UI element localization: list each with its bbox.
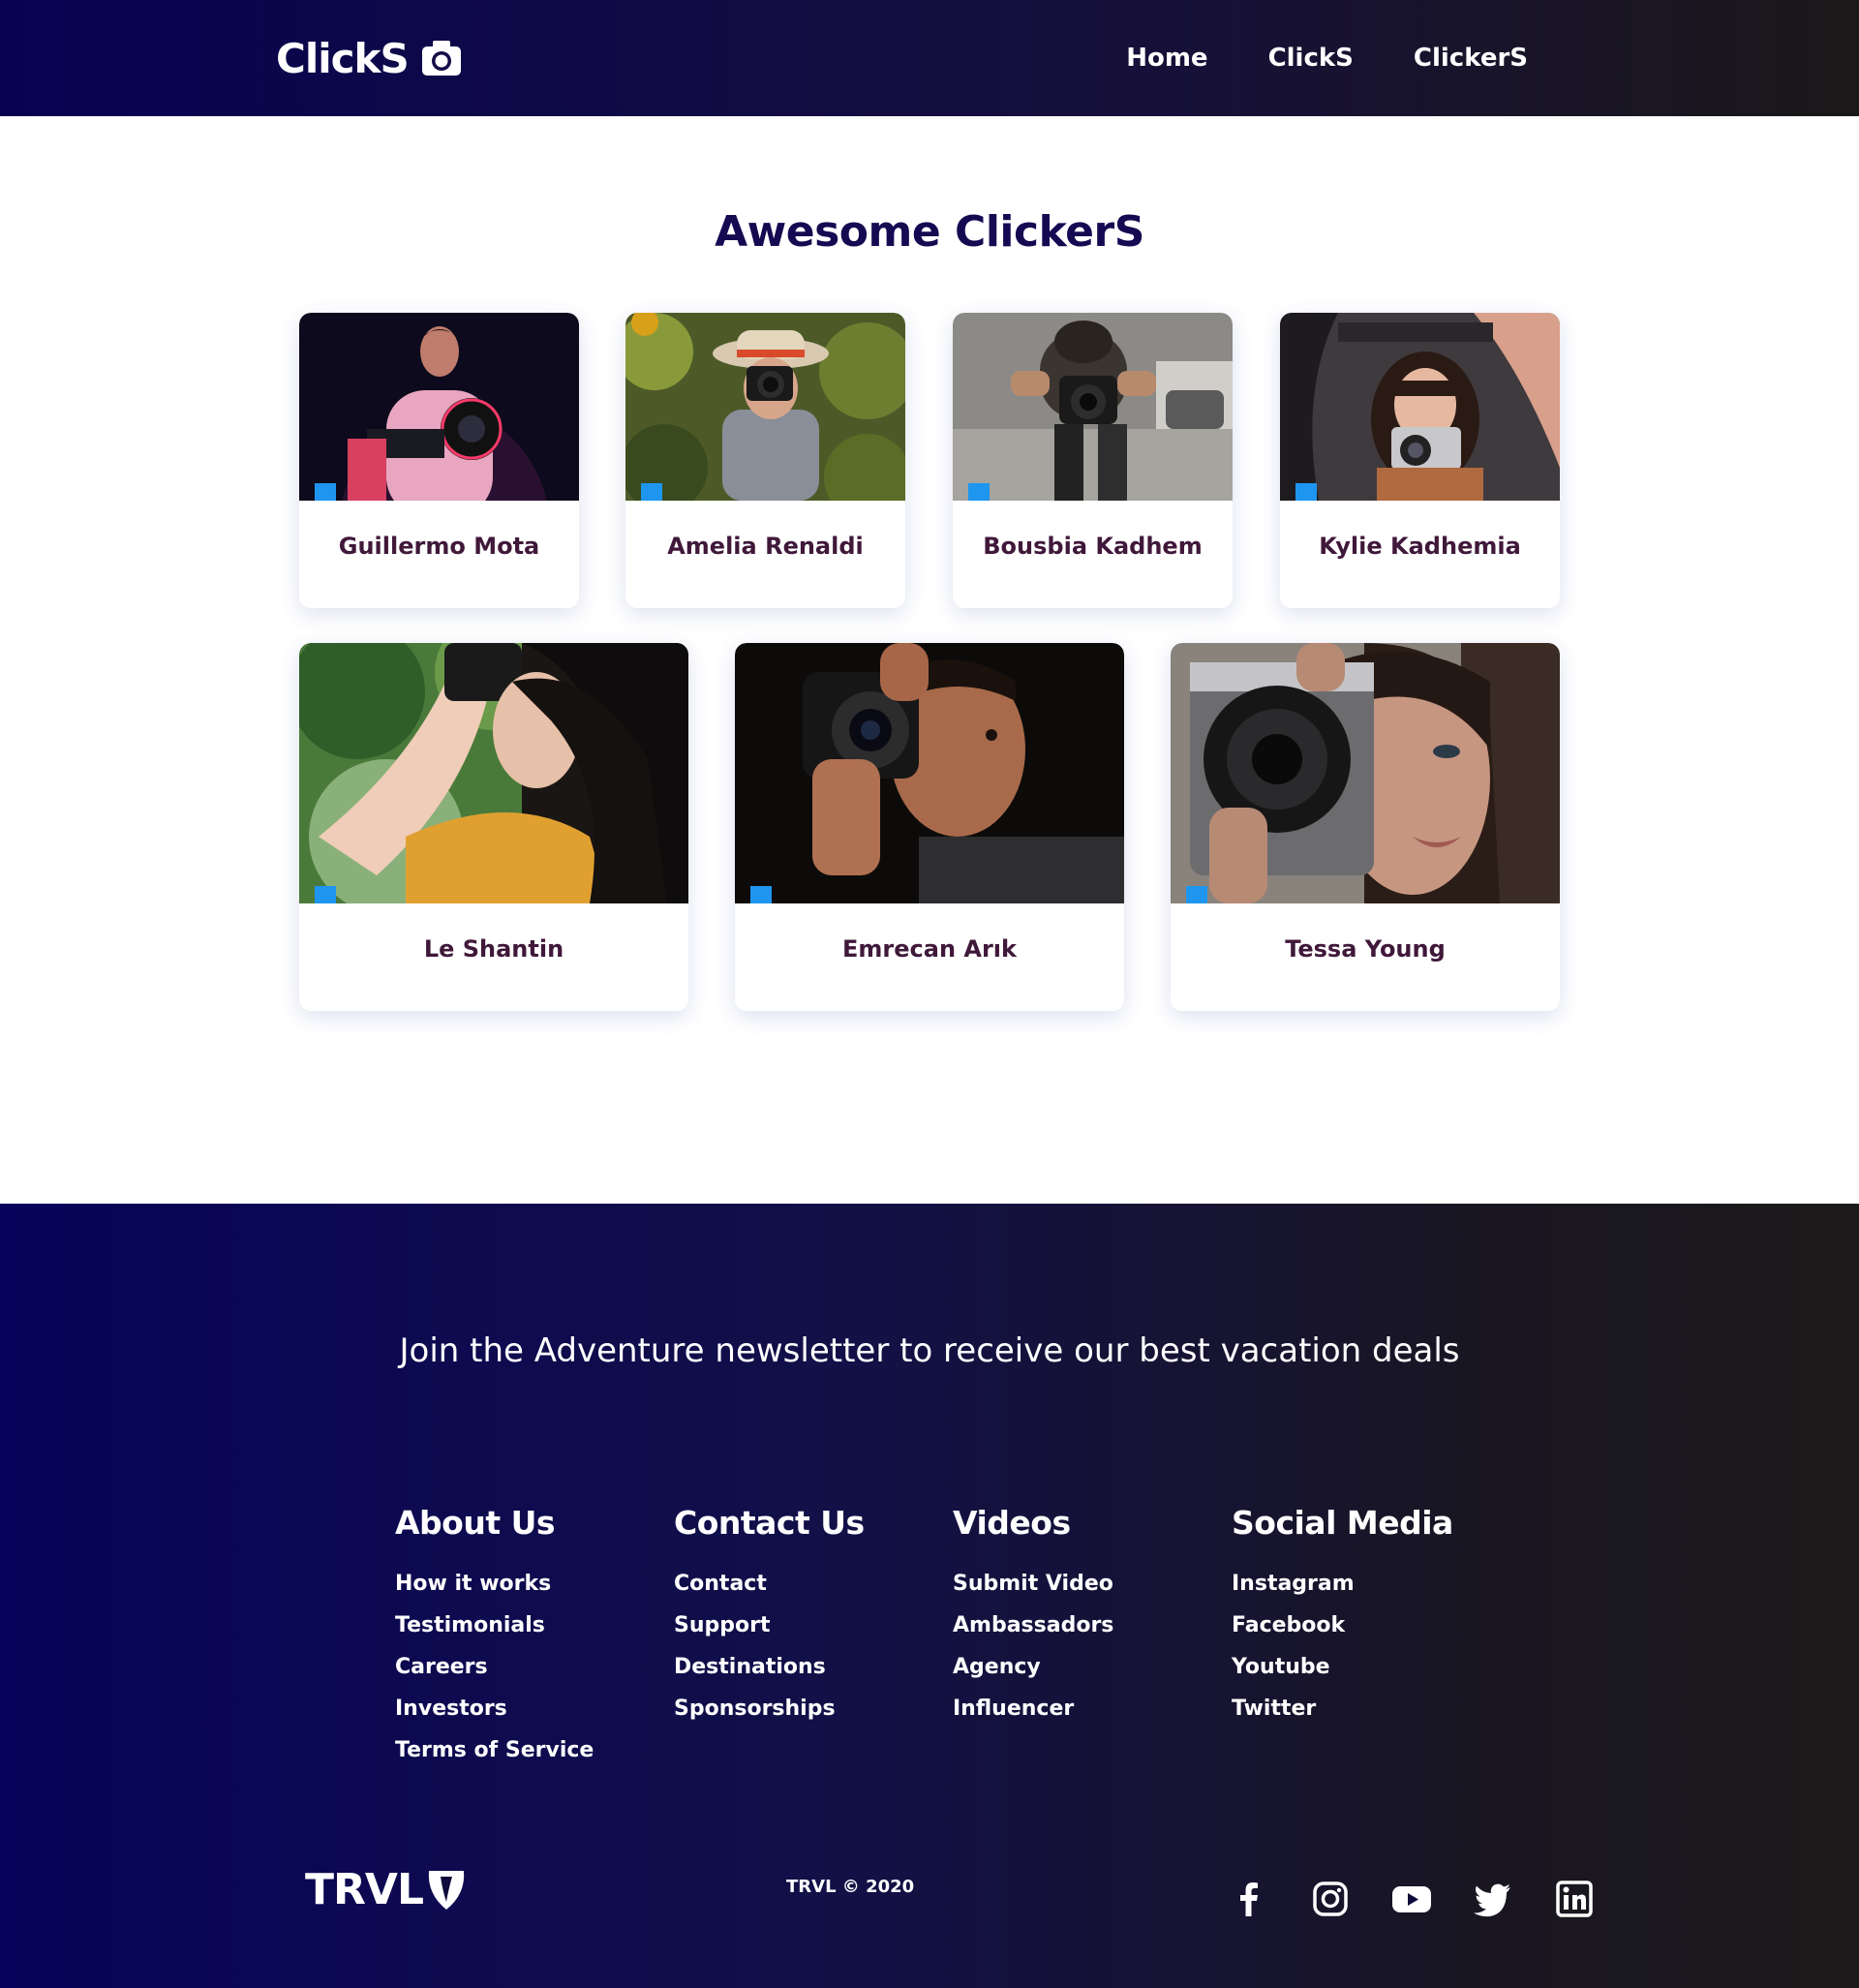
photographer-photo — [735, 643, 1124, 903]
photographer-photo — [953, 313, 1233, 501]
navbar: ClickS Home ClickS ClickerS — [0, 0, 1859, 116]
photographer-photo — [299, 643, 688, 903]
logo-text: ClickS — [276, 34, 410, 82]
card-tag — [315, 886, 336, 903]
section-title: Awesome ClickerS — [715, 207, 1144, 257]
footer-column-title: Videos — [953, 1504, 1071, 1542]
footer-link[interactable]: Instagram — [1232, 1563, 1453, 1605]
footer-column-contact: Contact Us Contact Support Destinations … — [674, 1504, 865, 1729]
footer-link[interactable]: Investors — [395, 1688, 594, 1729]
footer-brand-logo[interactable]: TRVL — [305, 1865, 468, 1914]
photographer-name: Emrecan Arık — [842, 935, 1017, 963]
footer-column-title: About Us — [395, 1504, 556, 1542]
card-tag — [968, 483, 990, 501]
photographer-name: Kylie Kadhemia — [1319, 533, 1521, 560]
facebook-icon[interactable] — [1228, 1878, 1270, 1920]
photographer-card[interactable]: Le Shantin — [299, 643, 688, 1011]
footer-column-social: Social Media Instagram Facebook Youtube … — [1232, 1504, 1453, 1729]
footer-link[interactable]: How it works — [395, 1563, 594, 1605]
photographer-card[interactable]: Emrecan Arık — [735, 643, 1124, 1011]
footer-column-title: Contact Us — [674, 1504, 865, 1542]
photographer-photo — [299, 313, 579, 501]
card-tag — [315, 483, 336, 501]
footer: Join the Adventure newsletter to receive… — [0, 1204, 1859, 1988]
footer-link[interactable]: Contact — [674, 1563, 865, 1605]
footer-link[interactable]: Careers — [395, 1646, 594, 1688]
photographer-card[interactable]: Amelia Renaldi — [625, 313, 905, 608]
copyright: TRVL © 2020 — [786, 1877, 915, 1897]
twitter-icon[interactable] — [1472, 1878, 1514, 1920]
footer-link[interactable]: Ambassadors — [953, 1605, 1113, 1646]
photographer-name: Guillermo Mota — [338, 533, 540, 560]
photographer-photo — [625, 313, 905, 501]
photographer-card[interactable]: Kylie Kadhemia — [1280, 313, 1560, 608]
footer-link[interactable]: Sponsorships — [674, 1688, 865, 1729]
newsletter-text: Join the Adventure newsletter to receive… — [399, 1331, 1460, 1370]
footer-column-videos: Videos Submit Video Ambassadors Agency I… — [953, 1504, 1113, 1729]
footer-link[interactable]: Terms of Service — [395, 1729, 594, 1771]
photographer-card[interactable]: Bousbia Kadhem — [953, 313, 1233, 608]
card-tag — [750, 886, 772, 903]
footer-link[interactable]: Destinations — [674, 1646, 865, 1688]
footer-column-about: About Us How it works Testimonials Caree… — [395, 1504, 594, 1771]
photographer-card[interactable]: Guillermo Mota — [299, 313, 579, 608]
footer-link[interactable]: Testimonials — [395, 1605, 594, 1646]
nav-home[interactable]: Home — [1126, 39, 1207, 77]
footer-link[interactable]: Influencer — [953, 1688, 1113, 1729]
photographer-name: Tessa Young — [1285, 935, 1446, 963]
logo-link[interactable]: ClickS — [276, 31, 463, 85]
photographer-name: Le Shantin — [423, 935, 564, 963]
footer-link[interactable]: Submit Video — [953, 1563, 1113, 1605]
photographer-photo — [1280, 313, 1560, 501]
social-icons — [1228, 1878, 1596, 1920]
card-tag — [1295, 483, 1317, 501]
brand-text: TRVL — [305, 1865, 424, 1914]
youtube-icon[interactable] — [1390, 1878, 1433, 1920]
instagram-icon[interactable] — [1309, 1878, 1352, 1920]
main-nav: Home ClickS ClickerS — [1126, 39, 1528, 77]
photographer-photo — [1171, 643, 1560, 903]
footer-link[interactable]: Support — [674, 1605, 865, 1646]
nav-clickers[interactable]: ClickerS — [1414, 39, 1528, 77]
card-tag — [1186, 886, 1207, 903]
card-tag — [641, 483, 662, 501]
camera-icon — [421, 41, 461, 76]
nav-clicks[interactable]: ClickS — [1268, 39, 1354, 77]
photographer-name: Bousbia Kadhem — [983, 533, 1203, 560]
brand-shield-icon — [428, 1870, 465, 1910]
footer-link[interactable]: Youtube — [1232, 1646, 1453, 1688]
footer-link[interactable]: Twitter — [1232, 1688, 1453, 1729]
footer-link[interactable]: Agency — [953, 1646, 1113, 1688]
footer-link[interactable]: Facebook — [1232, 1605, 1453, 1646]
footer-column-title: Social Media — [1232, 1504, 1453, 1542]
linkedin-icon[interactable] — [1553, 1878, 1596, 1920]
photographer-name: Amelia Renaldi — [667, 533, 864, 560]
photographer-card[interactable]: Tessa Young — [1171, 643, 1560, 1011]
